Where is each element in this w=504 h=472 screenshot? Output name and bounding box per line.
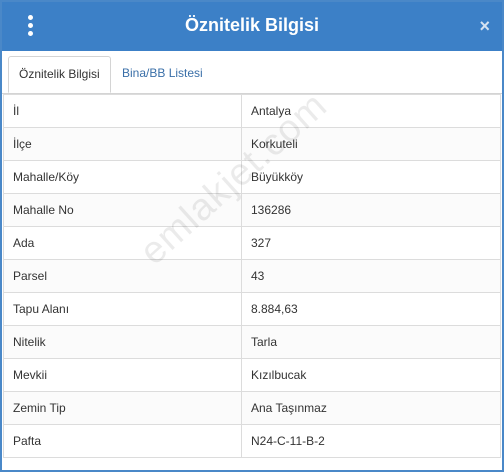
attribute-table: İl Antalya İlçe Korkuteli Mahalle/Köy Büyük… — [3, 94, 501, 458]
attribute-key: Tapu Alanı — [3, 292, 242, 326]
attribute-key: İlçe — [3, 127, 242, 161]
table-row: Zemin Tip Ana Taşınmaz — [3, 391, 501, 425]
attribute-key: Zemin Tip — [3, 391, 242, 425]
table-row: Pafta N24-C-11-B-2 — [3, 424, 501, 458]
attribute-value: Antalya — [241, 94, 501, 128]
attribute-value: N24-C-11-B-2 — [241, 424, 501, 458]
table-row: Mahalle No 136286 — [3, 193, 501, 227]
attribute-key: Ada — [3, 226, 242, 260]
dialog-header: Öznitelik Bilgisi × — [2, 2, 502, 51]
attribute-value: 43 — [241, 259, 501, 293]
tab-building-list[interactable]: Bina/BB Listesi — [112, 56, 213, 93]
attribute-key: Parsel — [3, 259, 242, 293]
attribute-key: Nitelik — [3, 325, 242, 359]
attribute-value: 327 — [241, 226, 501, 260]
attribute-value: 8.884,63 — [241, 292, 501, 326]
table-row: İlçe Korkuteli — [3, 127, 501, 161]
attribute-key: Mahalle No — [3, 193, 242, 227]
dialog-title: Öznitelik Bilgisi — [184, 15, 320, 35]
close-icon[interactable]: × — [479, 16, 490, 37]
table-row: Ada 327 — [3, 226, 501, 260]
attribute-value: Korkuteli — [241, 127, 501, 161]
tab-attribute-info[interactable]: Öznitelik Bilgisi — [8, 56, 111, 93]
attribute-value: Büyükköy — [241, 160, 501, 194]
table-row: Tapu Alanı 8.884,63 — [3, 292, 501, 326]
attribute-dialog: Öznitelik Bilgisi × Öznitelik Bilgisi Bi… — [0, 0, 504, 472]
attribute-key: Mevkii — [3, 358, 242, 392]
table-row: İl Antalya — [3, 94, 501, 128]
attribute-key: Pafta — [3, 424, 242, 458]
attribute-key: Mahalle/Köy — [3, 160, 242, 194]
attribute-value: Kızılbucak — [241, 358, 501, 392]
attribute-value: Tarla — [241, 325, 501, 359]
table-row: Mahalle/Köy Büyükköy — [3, 160, 501, 194]
attribute-key: İl — [3, 94, 242, 128]
attribute-value: 136286 — [241, 193, 501, 227]
attribute-value: Ana Taşınmaz — [241, 391, 501, 425]
table-row: Nitelik Tarla — [3, 325, 501, 359]
table-row: Mevkii Kızılbucak — [3, 358, 501, 392]
tab-bar: Öznitelik Bilgisi Bina/BB Listesi — [2, 51, 502, 94]
table-row: Parsel 43 — [3, 259, 501, 293]
